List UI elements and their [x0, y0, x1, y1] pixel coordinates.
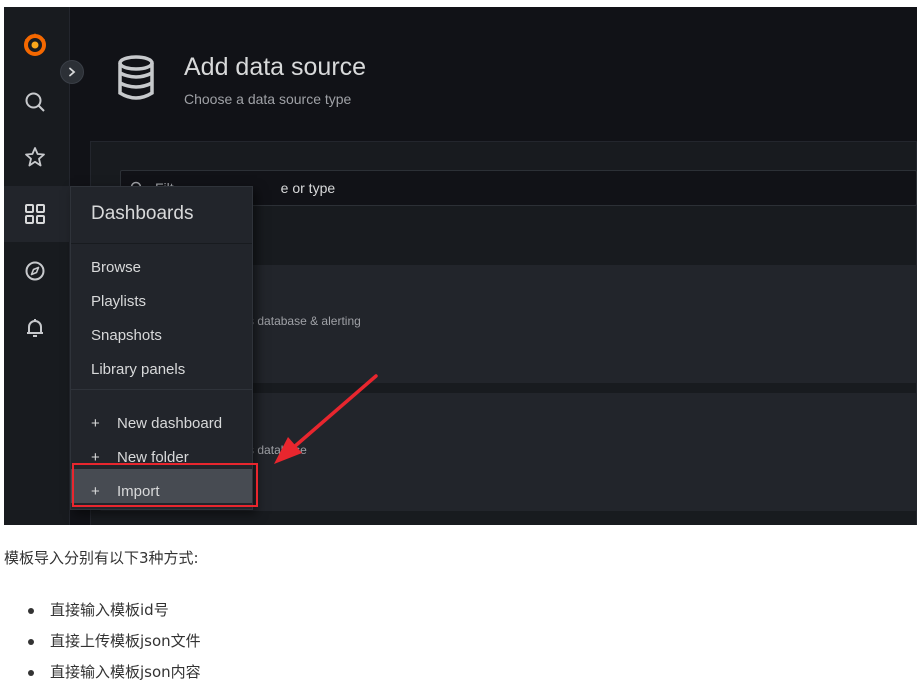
- list-item: 直接输入模板json内容: [24, 657, 201, 688]
- methods-list: 直接输入模板id号 直接上传模板json文件 直接输入模板json内容: [24, 595, 201, 688]
- list-item: 直接上传模板json文件: [24, 626, 201, 657]
- article-caption: 模板导入分别有以下3种方式:: [4, 549, 199, 567]
- list-item: 直接输入模板id号: [24, 595, 201, 626]
- grafana-screenshot: Add data source Choose a data source typ…: [4, 7, 917, 525]
- annotation-arrow: [274, 374, 378, 464]
